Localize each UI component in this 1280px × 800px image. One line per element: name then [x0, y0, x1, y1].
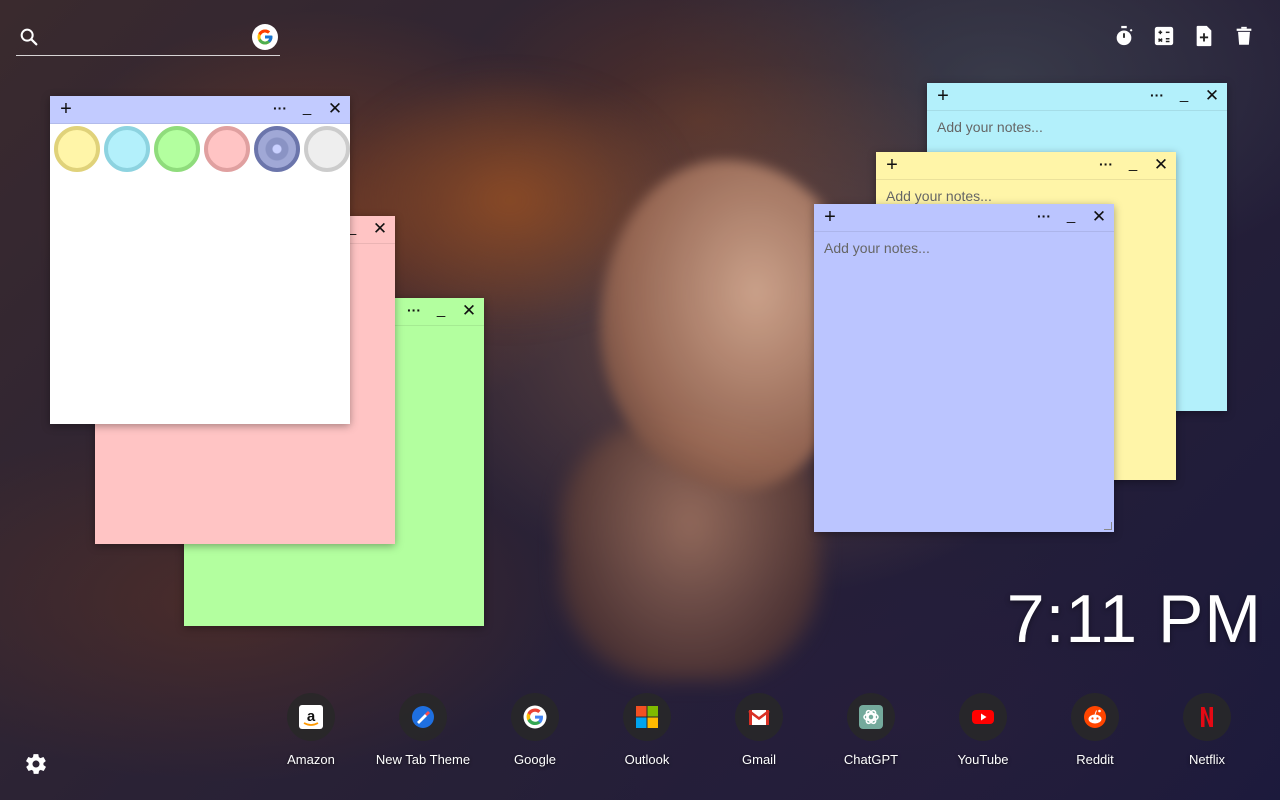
note-close-button[interactable]: ✕: [1088, 206, 1110, 228]
timer-icon[interactable]: [1112, 24, 1136, 48]
search-icon[interactable]: [18, 26, 40, 48]
shortcut-label: ChatGPT: [843, 752, 899, 767]
netflix-icon: [1183, 693, 1231, 741]
resize-handle[interactable]: [1104, 522, 1112, 530]
search-bar: [16, 22, 280, 56]
shortcut-label: Outlook: [624, 752, 670, 767]
note-close-button[interactable]: ✕: [324, 98, 346, 120]
add-note-button[interactable]: +: [56, 98, 76, 120]
youtube-icon: [959, 693, 1007, 741]
google-search-icon[interactable]: [252, 24, 278, 50]
add-note-button[interactable]: +: [882, 154, 902, 176]
note-header[interactable]: + ··· _ ✕: [927, 83, 1227, 111]
svg-text:a: a: [307, 708, 316, 725]
sticky-note-white[interactable]: + ··· _ ✕: [50, 96, 350, 424]
note-close-button[interactable]: ✕: [458, 300, 480, 322]
color-swatch-cyan[interactable]: [104, 126, 150, 172]
shortcut-label: New Tab Theme: [375, 752, 471, 767]
note-close-button[interactable]: ✕: [1201, 85, 1223, 107]
note-header[interactable]: + ··· _ ✕: [876, 152, 1176, 180]
amazon-icon: a: [287, 693, 335, 741]
color-swatch-green[interactable]: [154, 126, 200, 172]
note-textarea[interactable]: [60, 182, 340, 414]
shortcut-new-tab-theme[interactable]: New Tab Theme: [373, 693, 473, 767]
shortcut-label: Reddit: [1076, 752, 1114, 767]
shortcut-label: Google: [514, 752, 556, 767]
settings-gear-icon[interactable]: [24, 752, 48, 776]
note-minimize-button[interactable]: _: [1173, 85, 1195, 107]
color-swatch-yellow[interactable]: [54, 126, 100, 172]
note-minimize-button[interactable]: _: [1122, 154, 1144, 176]
shortcut-label: Amazon: [287, 752, 335, 767]
shortcut-google[interactable]: Google: [485, 693, 585, 767]
color-swatch-pink[interactable]: [204, 126, 250, 172]
shortcut-label: YouTube: [957, 752, 1009, 767]
shortcut-youtube[interactable]: YouTube: [933, 693, 1033, 767]
calculator-icon[interactable]: [1152, 24, 1176, 48]
note-minimize-button[interactable]: _: [296, 98, 318, 120]
shortcut-label: Gmail: [742, 752, 776, 767]
note-more-button[interactable]: ···: [403, 300, 425, 322]
search-input[interactable]: [50, 24, 240, 50]
shortcut-gmail[interactable]: Gmail: [709, 693, 809, 767]
chatgpt-icon: [847, 693, 895, 741]
shortcut-chatgpt[interactable]: ChatGPT: [821, 693, 921, 767]
note-more-button[interactable]: ···: [1033, 206, 1055, 228]
note-more-button[interactable]: ···: [269, 98, 291, 120]
shortcut-label: Netflix: [1188, 752, 1226, 767]
note-close-button[interactable]: ✕: [369, 218, 391, 240]
google-icon: [511, 693, 559, 741]
new-tab-theme-icon: [399, 693, 447, 741]
color-swatch-white[interactable]: [304, 126, 350, 172]
note-textarea[interactable]: [824, 240, 1104, 522]
color-swatch-purple[interactable]: [254, 126, 300, 172]
shortcut-reddit[interactable]: Reddit: [1045, 693, 1145, 767]
note-minimize-button[interactable]: _: [430, 300, 452, 322]
gmail-icon: [735, 693, 783, 741]
sticky-note-blue[interactable]: + ··· _ ✕: [814, 204, 1114, 532]
reddit-icon: [1071, 693, 1119, 741]
add-note-button[interactable]: +: [820, 206, 840, 228]
trash-icon[interactable]: [1232, 24, 1256, 48]
note-header[interactable]: + ··· _ ✕: [814, 204, 1114, 232]
shortcut-outlook[interactable]: Outlook: [597, 693, 697, 767]
note-close-button[interactable]: ✕: [1150, 154, 1172, 176]
note-more-button[interactable]: ···: [1146, 85, 1168, 107]
shortcut-netflix[interactable]: Netflix: [1157, 693, 1257, 767]
new-note-icon[interactable]: [1192, 24, 1216, 48]
note-more-button[interactable]: ···: [1095, 154, 1117, 176]
clock-time: 7:11 PM: [1006, 581, 1262, 657]
shortcut-amazon[interactable]: a Amazon: [261, 693, 361, 767]
note-header[interactable]: + ··· _ ✕: [50, 96, 350, 124]
add-note-button[interactable]: +: [933, 85, 953, 107]
outlook-icon: [623, 693, 671, 741]
note-minimize-button[interactable]: _: [1060, 206, 1082, 228]
